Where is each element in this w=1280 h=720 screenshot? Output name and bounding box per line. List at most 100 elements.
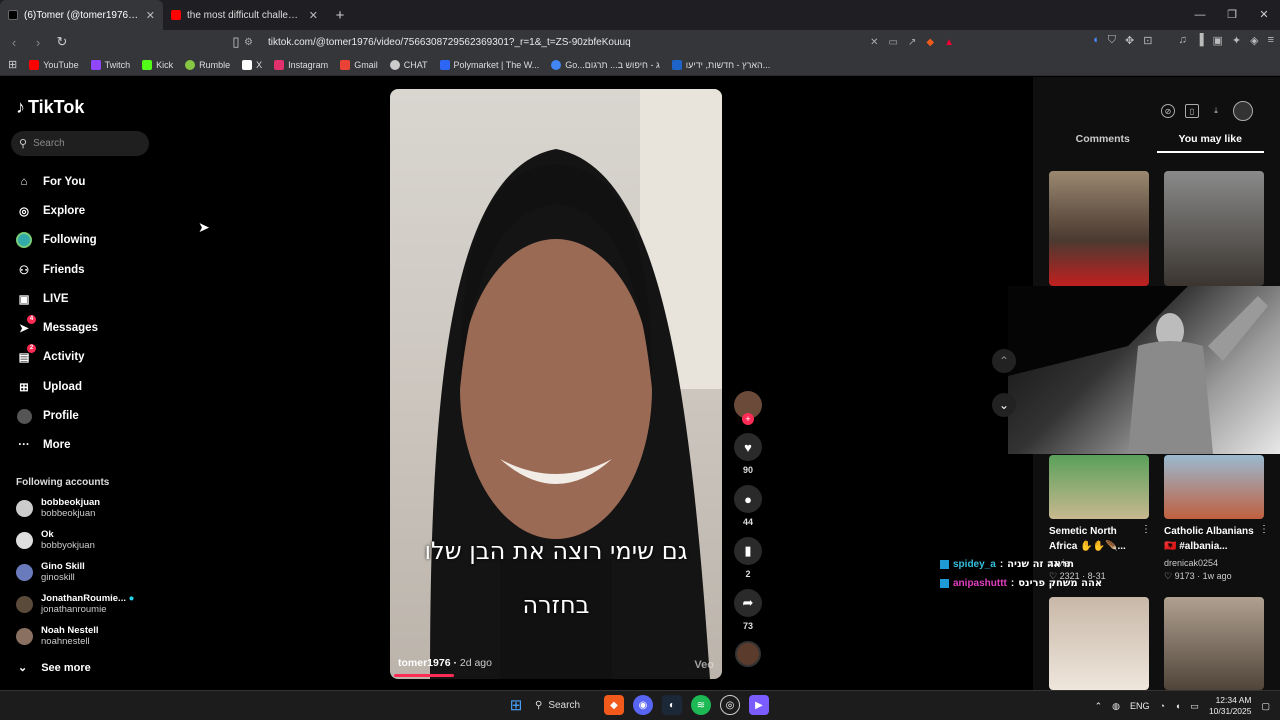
save-button[interactable]: ▮ [734, 537, 762, 565]
nav-explore[interactable]: ◎ Explore [16, 196, 98, 225]
recommended-video-title[interactable]: Semetic North Africa ✋✋🪶... [1049, 524, 1145, 554]
following-account[interactable]: Gino Skill ginoskill [16, 561, 85, 583]
bookmark-chat[interactable]: CHAT [389, 59, 428, 70]
clock[interactable]: 12:34 AM 10/31/2025 [1209, 695, 1252, 717]
brave-shield-icon[interactable]: ◆ [926, 37, 934, 48]
recommended-video-thumbnail[interactable] [1164, 171, 1264, 286]
nav-activity[interactable]: ▤ 2 Activity [16, 343, 98, 372]
vpn-shield-icon[interactable]: ⛉ [1108, 34, 1116, 47]
mute-icon[interactable]: ✕ [870, 37, 878, 48]
more-options-icon[interactable]: ⋮ [1141, 524, 1151, 535]
obs-icon[interactable]: ◎ [720, 695, 740, 715]
profile-avatar[interactable] [1233, 101, 1253, 121]
bookmark-kick[interactable]: Kick [142, 59, 173, 70]
windows-start-icon[interactable]: ⊞ [506, 695, 526, 715]
phone-icon[interactable]: ▯ [1185, 104, 1199, 118]
bookmark-gmail[interactable]: Gmail [340, 59, 378, 70]
nav-for-you[interactable]: ⌂ For You [16, 167, 98, 196]
recommended-video-thumbnail[interactable] [1049, 455, 1149, 519]
browser-tab-youtube[interactable]: the most difficult challenge - YouTube ✕ [163, 0, 326, 30]
wallet-icon[interactable]: ▣ [1212, 34, 1222, 47]
maximize-icon[interactable]: ❐ [1216, 0, 1248, 30]
extensions-icon[interactable]: ✥ [1125, 34, 1134, 47]
nav-upload[interactable]: ⊞ Upload [16, 372, 98, 401]
menu-icon[interactable]: ≡ [1268, 34, 1274, 47]
leo-ai-icon[interactable]: ✦ [1232, 34, 1241, 47]
previous-video-icon[interactable]: ⌃ [992, 349, 1016, 373]
creator-avatar[interactable]: + [734, 391, 762, 425]
bookmark-haaretz[interactable]: הארץ - חדשות, ידיעו... [671, 59, 770, 70]
tray-chevron-icon[interactable]: ⌃ [1095, 701, 1103, 712]
video-progress-bar[interactable] [394, 674, 454, 677]
close-tab-icon[interactable]: ✕ [309, 9, 318, 22]
following-account[interactable]: Ok bobbyokjuan [16, 529, 95, 551]
bookmark-page-icon[interactable]: ▯ [226, 34, 246, 50]
like-button[interactable]: ♥ [734, 433, 762, 461]
brave-icon[interactable]: ◆ [604, 695, 624, 715]
more-options-icon[interactable]: ⋮ [1259, 524, 1269, 535]
recommended-video-author[interactable]: drenicak0254 [1164, 557, 1218, 569]
next-video-icon[interactable]: ⌄ [992, 393, 1016, 417]
follow-plus-icon[interactable]: + [742, 413, 754, 425]
steam-icon[interactable]: ◐ [662, 695, 682, 715]
recommended-video-title[interactable]: Catholic Albanians 🇦🇱 #albania... [1164, 524, 1260, 554]
language-indicator[interactable]: ENG [1130, 701, 1150, 711]
shield-icon[interactable]: ◈ [1250, 34, 1258, 47]
browser-tab-tiktok[interactable]: (6)Tomer (@tomer1976)'s video ✕ [0, 0, 163, 30]
recommended-video-thumbnail[interactable] [1049, 597, 1149, 690]
battery-icon[interactable]: ▭ [1190, 701, 1199, 712]
minimize-icon[interactable]: — [1184, 0, 1216, 30]
new-tab-button[interactable]: + [326, 7, 354, 24]
url-field[interactable]: ⚙ tiktok.com/@tomer1976/video/7566308729… [244, 32, 964, 52]
video-author[interactable]: tomer1976 [398, 657, 451, 669]
close-tab-icon[interactable]: ✕ [146, 9, 155, 22]
nav-friends[interactable]: ⚇ Friends [16, 255, 98, 284]
media-icon[interactable]: ♫ [1178, 34, 1186, 47]
bookmark-youtube[interactable]: YouTube [29, 59, 79, 70]
apps-grid-icon[interactable]: ⊞ [8, 58, 17, 71]
nav-messages[interactable]: ➤ 4 Messages [16, 313, 98, 342]
close-window-icon[interactable]: ✕ [1248, 0, 1280, 30]
reload-icon[interactable]: ↻ [52, 34, 72, 50]
nav-profile[interactable]: Profile [16, 401, 98, 430]
nav-more[interactable]: ··· More [16, 431, 98, 460]
bookmark-instagram[interactable]: Instagram [274, 59, 328, 70]
bookmark-polymarket[interactable]: Polymarket | The W... [439, 59, 539, 70]
back-icon[interactable]: ‹ [4, 35, 24, 50]
search-input[interactable]: ⚲ Search [11, 131, 149, 156]
nav-following[interactable]: Following [16, 226, 98, 255]
site-info-icon[interactable]: ⚙ [244, 37, 258, 48]
sidebar-icon[interactable]: ▐ [1196, 34, 1204, 47]
microphone-icon[interactable]: ◍ [1112, 701, 1120, 712]
nav-live[interactable]: ▣ LIVE [16, 284, 98, 313]
network-icon[interactable]: ◔ [1160, 701, 1165, 711]
app-icon[interactable]: ▶ [749, 695, 769, 715]
share-button[interactable]: ➦ [734, 589, 762, 617]
tab-you-may-like[interactable]: You may like [1156, 133, 1264, 153]
forward-icon[interactable]: › [28, 35, 48, 50]
recommended-video-thumbnail[interactable] [1164, 455, 1264, 519]
bookmark-google-translate[interactable]: Go...ג - חיפוש ב... תרגום [551, 59, 660, 70]
bookmark-twitch[interactable]: Twitch [90, 59, 130, 70]
share-icon[interactable]: ↗ [908, 37, 916, 48]
discord-icon[interactable]: ◉ [633, 695, 653, 715]
see-more-button[interactable]: ⌄ See more [18, 661, 91, 675]
brave-rewards-icon[interactable]: ▲ [944, 37, 954, 48]
bookmark-rumble[interactable]: Rumble [185, 59, 230, 70]
taskbar-search[interactable]: ⚲ Search [535, 700, 595, 711]
following-account[interactable]: bobbeokjuan bobbeokjuan [16, 497, 100, 519]
following-account[interactable]: Noah Nestell noahnestell [16, 625, 99, 647]
screenshot-icon[interactable]: ⊡ [1143, 34, 1152, 47]
compass-icon[interactable]: ⊘ [1161, 104, 1175, 118]
following-account[interactable]: JonathanRoumie... ● jonathanroumie [16, 593, 134, 615]
video-player[interactable]: גם שימי רוצה את הבן שלו בחזרה tomer1976 … [390, 89, 722, 679]
download-icon[interactable]: ⤓ [1209, 104, 1223, 118]
comment-button[interactable]: ● [734, 485, 762, 513]
audio-icon[interactable]: ◖ [1092, 34, 1099, 47]
notification-icon[interactable]: ▢ [1261, 701, 1270, 712]
bookmark-x[interactable]: X [242, 59, 262, 70]
spotify-icon[interactable]: ≋ [691, 695, 711, 715]
volume-icon[interactable]: ◖ [1175, 701, 1180, 711]
recommended-video-thumbnail[interactable] [1164, 597, 1264, 690]
sound-avatar[interactable] [735, 641, 761, 667]
